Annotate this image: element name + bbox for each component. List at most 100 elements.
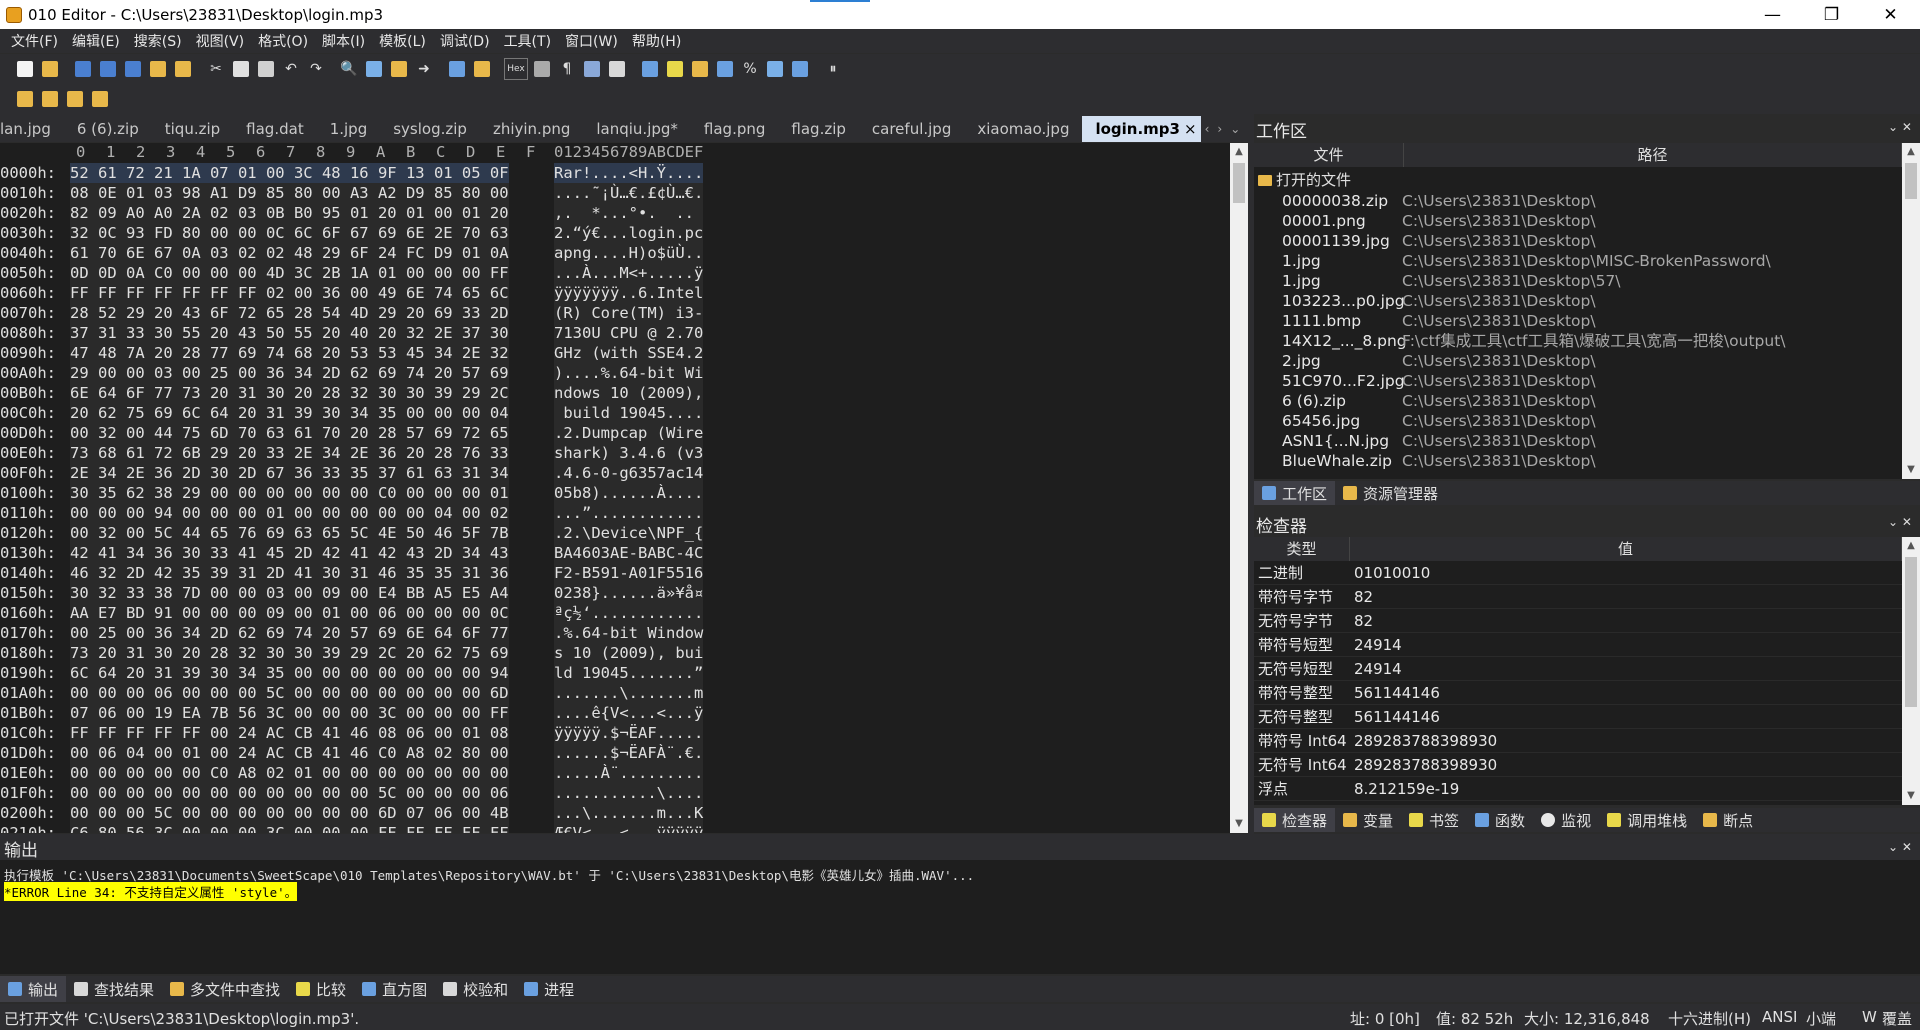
hex-row[interactable]: 0140h: 46 32 2D 42 35 39 31 2D 41 30 31 4… — [0, 563, 720, 583]
hex-bytes[interactable]: 20 62 75 69 6C 64 20 31 39 30 34 35 00 0… — [70, 403, 509, 423]
hex-bytes[interactable]: 00 32 00 5C 44 65 76 69 63 65 5C 4E 50 4… — [70, 523, 509, 543]
hex-bytes[interactable]: 37 31 33 30 55 20 43 50 55 20 40 20 32 2… — [70, 323, 509, 343]
inspector-row[interactable]: 带符号短型 24914 — [1254, 633, 1902, 657]
menu-view[interactable]: 视图(V) — [189, 31, 252, 51]
hex-bytes[interactable]: 82 09 A0 A0 2A 02 03 0B B0 95 01 20 01 0… — [70, 203, 509, 223]
tab-prev-icon[interactable]: ‹ — [1201, 116, 1214, 142]
inspector-value[interactable]: 24914 — [1354, 633, 1402, 657]
tab-file[interactable]: flag.png — [691, 116, 778, 142]
inspector-row[interactable]: 无符号短型 24914 — [1254, 657, 1902, 681]
hex-row[interactable]: 01E0h: 00 00 00 00 00 C0 A8 02 01 00 00 0… — [0, 763, 720, 783]
scroll-down-icon[interactable]: ▼ — [1902, 461, 1920, 479]
hex-row[interactable]: 0020h: 82 09 A0 A0 2A 02 03 0B B0 95 01 2… — [0, 203, 720, 223]
hex-bytes[interactable]: 47 48 7A 20 28 77 69 74 68 20 53 53 45 3… — [70, 343, 509, 363]
inspector-panel-controls[interactable]: ⌄ ✕ — [1888, 515, 1912, 529]
menu-template[interactable]: 模板(L) — [372, 31, 433, 51]
copy-icon[interactable] — [230, 58, 252, 80]
tab-inspector[interactable]: 检查器 — [1254, 808, 1336, 832]
inspector-value[interactable]: 289283788398930 — [1354, 729, 1497, 753]
hex-ascii[interactable]: ...........\.... — [554, 783, 704, 803]
hex-bytes[interactable]: 08 0E 01 03 98 A1 D9 85 80 00 A3 A2 D9 8… — [70, 183, 509, 203]
hex-row[interactable]: 0120h: 00 32 00 5C 44 65 76 69 63 65 5C 4… — [0, 523, 720, 543]
hex-row[interactable]: 0040h: 61 70 6E 67 0A 03 02 02 48 29 6F 2… — [0, 243, 720, 263]
hex-bytes[interactable]: FF FF FF FF FF FF FF 02 00 36 00 49 6E 7… — [70, 283, 509, 303]
hex-ascii[interactable]: .....À¨......... — [554, 763, 704, 783]
status-endian[interactable]: 小端 — [1806, 1008, 1836, 1029]
hex-ascii[interactable]: ......$¬ËAFÀ¨.€. — [554, 743, 704, 763]
hex-bytes[interactable]: 00 00 00 94 00 00 00 01 00 00 00 00 00 0… — [70, 503, 509, 523]
run-script-icon[interactable] — [471, 58, 493, 80]
inspector-value[interactable]: 561144146 — [1354, 681, 1440, 705]
compare-icon[interactable] — [689, 58, 711, 80]
hex-ascii[interactable]: )....%.64-bit Wi — [554, 363, 704, 383]
tab-file[interactable]: tiqu.zip — [152, 116, 233, 142]
hex-row[interactable]: 0180h: 73 20 31 30 20 28 32 30 30 39 29 2… — [0, 643, 720, 663]
save-all-icon[interactable] — [122, 58, 144, 80]
tab-active-login[interactable]: login.mp3 × — [1082, 116, 1201, 142]
status-encoding[interactable]: ANSI — [1762, 1008, 1797, 1026]
hex-ascii[interactable]: GHz (with SSE4.2 — [554, 343, 704, 363]
inspector-value[interactable]: 82 — [1354, 585, 1373, 609]
hex-editor[interactable]: 0 1 2 3 4 5 6 7 8 9 A B C D E F 0123456789ABCDEF 0000h: 5… — [0, 143, 1230, 833]
hex-row[interactable]: 0090h: 47 48 7A 20 28 77 69 74 68 20 53 5… — [0, 343, 720, 363]
tab-breakpoints[interactable]: 断点 — [1695, 808, 1761, 832]
find-icon[interactable]: 🔍 — [338, 58, 360, 80]
output-panel-controls[interactable]: ⌄ ✕ — [1888, 840, 1912, 854]
tab-workspace[interactable]: 工作区 — [1254, 481, 1336, 505]
hex-row[interactable]: 0190h: 6C 64 20 31 39 30 34 35 00 00 00 0… — [0, 663, 720, 683]
hex-ascii[interactable]: Rar!....<H.Ÿ.... — [554, 163, 704, 183]
hex-bytes[interactable]: 46 32 2D 42 35 39 31 2D 41 30 31 46 35 3… — [70, 563, 509, 583]
hex-row[interactable]: 0050h: 0D 0D 0A C0 00 00 00 4D 3C 2B 1A 0… — [0, 263, 720, 283]
tab-find-results[interactable]: 查找结果 — [66, 976, 162, 1002]
scroll-up-icon[interactable]: ▲ — [1230, 143, 1248, 161]
scroll-up-icon[interactable]: ▲ — [1902, 143, 1920, 161]
inspector-value[interactable]: 289283788398930 — [1354, 753, 1497, 777]
hex-bytes[interactable]: 00 00 00 00 00 00 00 00 00 00 00 5C 00 0… — [70, 783, 509, 803]
hex-row[interactable]: 01B0h: 07 06 00 19 EA 7B 56 3C 00 00 00 3… — [0, 703, 720, 723]
hex-ascii[interactable]: apng....H)o$üÙ.. — [554, 243, 704, 263]
hex-ascii[interactable]: ld 19045.......” — [554, 663, 704, 683]
hex-bytes[interactable]: 2E 34 2E 36 2D 30 2D 67 36 33 35 37 61 6… — [70, 463, 509, 483]
replace-icon[interactable] — [363, 58, 385, 80]
hex-row[interactable]: 0000h: 52 61 72 21 1A 07 01 00 3C 48 16 9… — [0, 163, 720, 183]
hex-ascii[interactable]: .%.64-bit Window — [554, 623, 704, 643]
cut-icon[interactable]: ✂ — [205, 58, 227, 80]
hex-ascii[interactable]: ...”............ — [554, 503, 704, 523]
tab-bookmarks[interactable]: 书签 — [1401, 808, 1467, 832]
inspector-value[interactable]: 24914 — [1354, 657, 1402, 681]
open-folder-icon[interactable] — [147, 58, 169, 80]
hex-bytes[interactable]: 00 25 00 36 34 2D 62 69 74 20 57 69 6E 6… — [70, 623, 509, 643]
hex-bytes[interactable]: 28 52 29 20 43 6F 72 65 28 54 4D 29 20 6… — [70, 303, 509, 323]
workspace-scrollbar[interactable]: ▲ ▼ — [1902, 143, 1920, 479]
hex-bytes[interactable]: 6E 64 6F 77 73 20 31 30 20 28 32 30 30 3… — [70, 383, 509, 403]
hex-row[interactable]: 00D0h: 00 32 00 44 75 6D 70 63 61 70 20 2… — [0, 423, 720, 443]
hex-row[interactable]: 00A0h: 29 00 00 03 00 25 00 36 34 2D 62 6… — [0, 363, 720, 383]
col-file[interactable]: 文件 — [1254, 143, 1404, 167]
hex-ascii[interactable]: shark) 3.4.6 (v3 — [554, 443, 704, 463]
tab-file[interactable]: careful.jpg — [859, 116, 964, 142]
hex-scrollbar[interactable]: ▲ ▼ — [1230, 143, 1248, 833]
template-3-icon[interactable] — [64, 88, 86, 110]
hex-ascii[interactable]: BA4603AE-BABC-4C — [554, 543, 704, 563]
run-template-icon[interactable] — [446, 58, 468, 80]
tab-file[interactable]: zhiyin.png — [480, 116, 583, 142]
hex-bytes[interactable]: AA E7 BD 91 00 00 00 09 00 01 00 06 00 0… — [70, 603, 509, 623]
scroll-up-icon[interactable]: ▲ — [1902, 537, 1920, 555]
tab-callstack[interactable]: 调用堆栈 — [1599, 808, 1695, 832]
hex-bytes[interactable]: 00 32 00 44 75 6D 70 63 61 70 20 28 57 6… — [70, 423, 509, 443]
hex-bytes[interactable]: 00 00 00 00 00 C0 A8 02 01 00 00 00 00 0… — [70, 763, 509, 783]
histogram-icon[interactable] — [714, 58, 736, 80]
hex-row[interactable]: 00C0h: 20 62 75 69 6C 64 20 31 39 30 34 3… — [0, 403, 720, 423]
menu-search[interactable]: 搜索(S) — [127, 31, 189, 51]
checksum-icon[interactable] — [764, 58, 786, 80]
inspector-value[interactable]: 82 — [1354, 609, 1373, 633]
hex-bytes[interactable]: FF FF FF FF FF 00 24 AC CB 41 46 08 06 0… — [70, 723, 509, 743]
new-file-icon[interactable] — [14, 58, 36, 80]
hex-ascii[interactable]: s 10 (2009), bui — [554, 643, 704, 663]
tab-file[interactable]: lanqiu.jpg* — [583, 116, 691, 142]
tab-histogram[interactable]: 直方图 — [354, 976, 435, 1002]
hex-ascii[interactable]: 2.“ý€...login.pc — [554, 223, 704, 243]
inspector-value[interactable]: 01010010 — [1354, 561, 1430, 585]
scroll-thumb[interactable] — [1233, 163, 1245, 203]
tab-checksum[interactable]: 校验和 — [435, 976, 516, 1002]
